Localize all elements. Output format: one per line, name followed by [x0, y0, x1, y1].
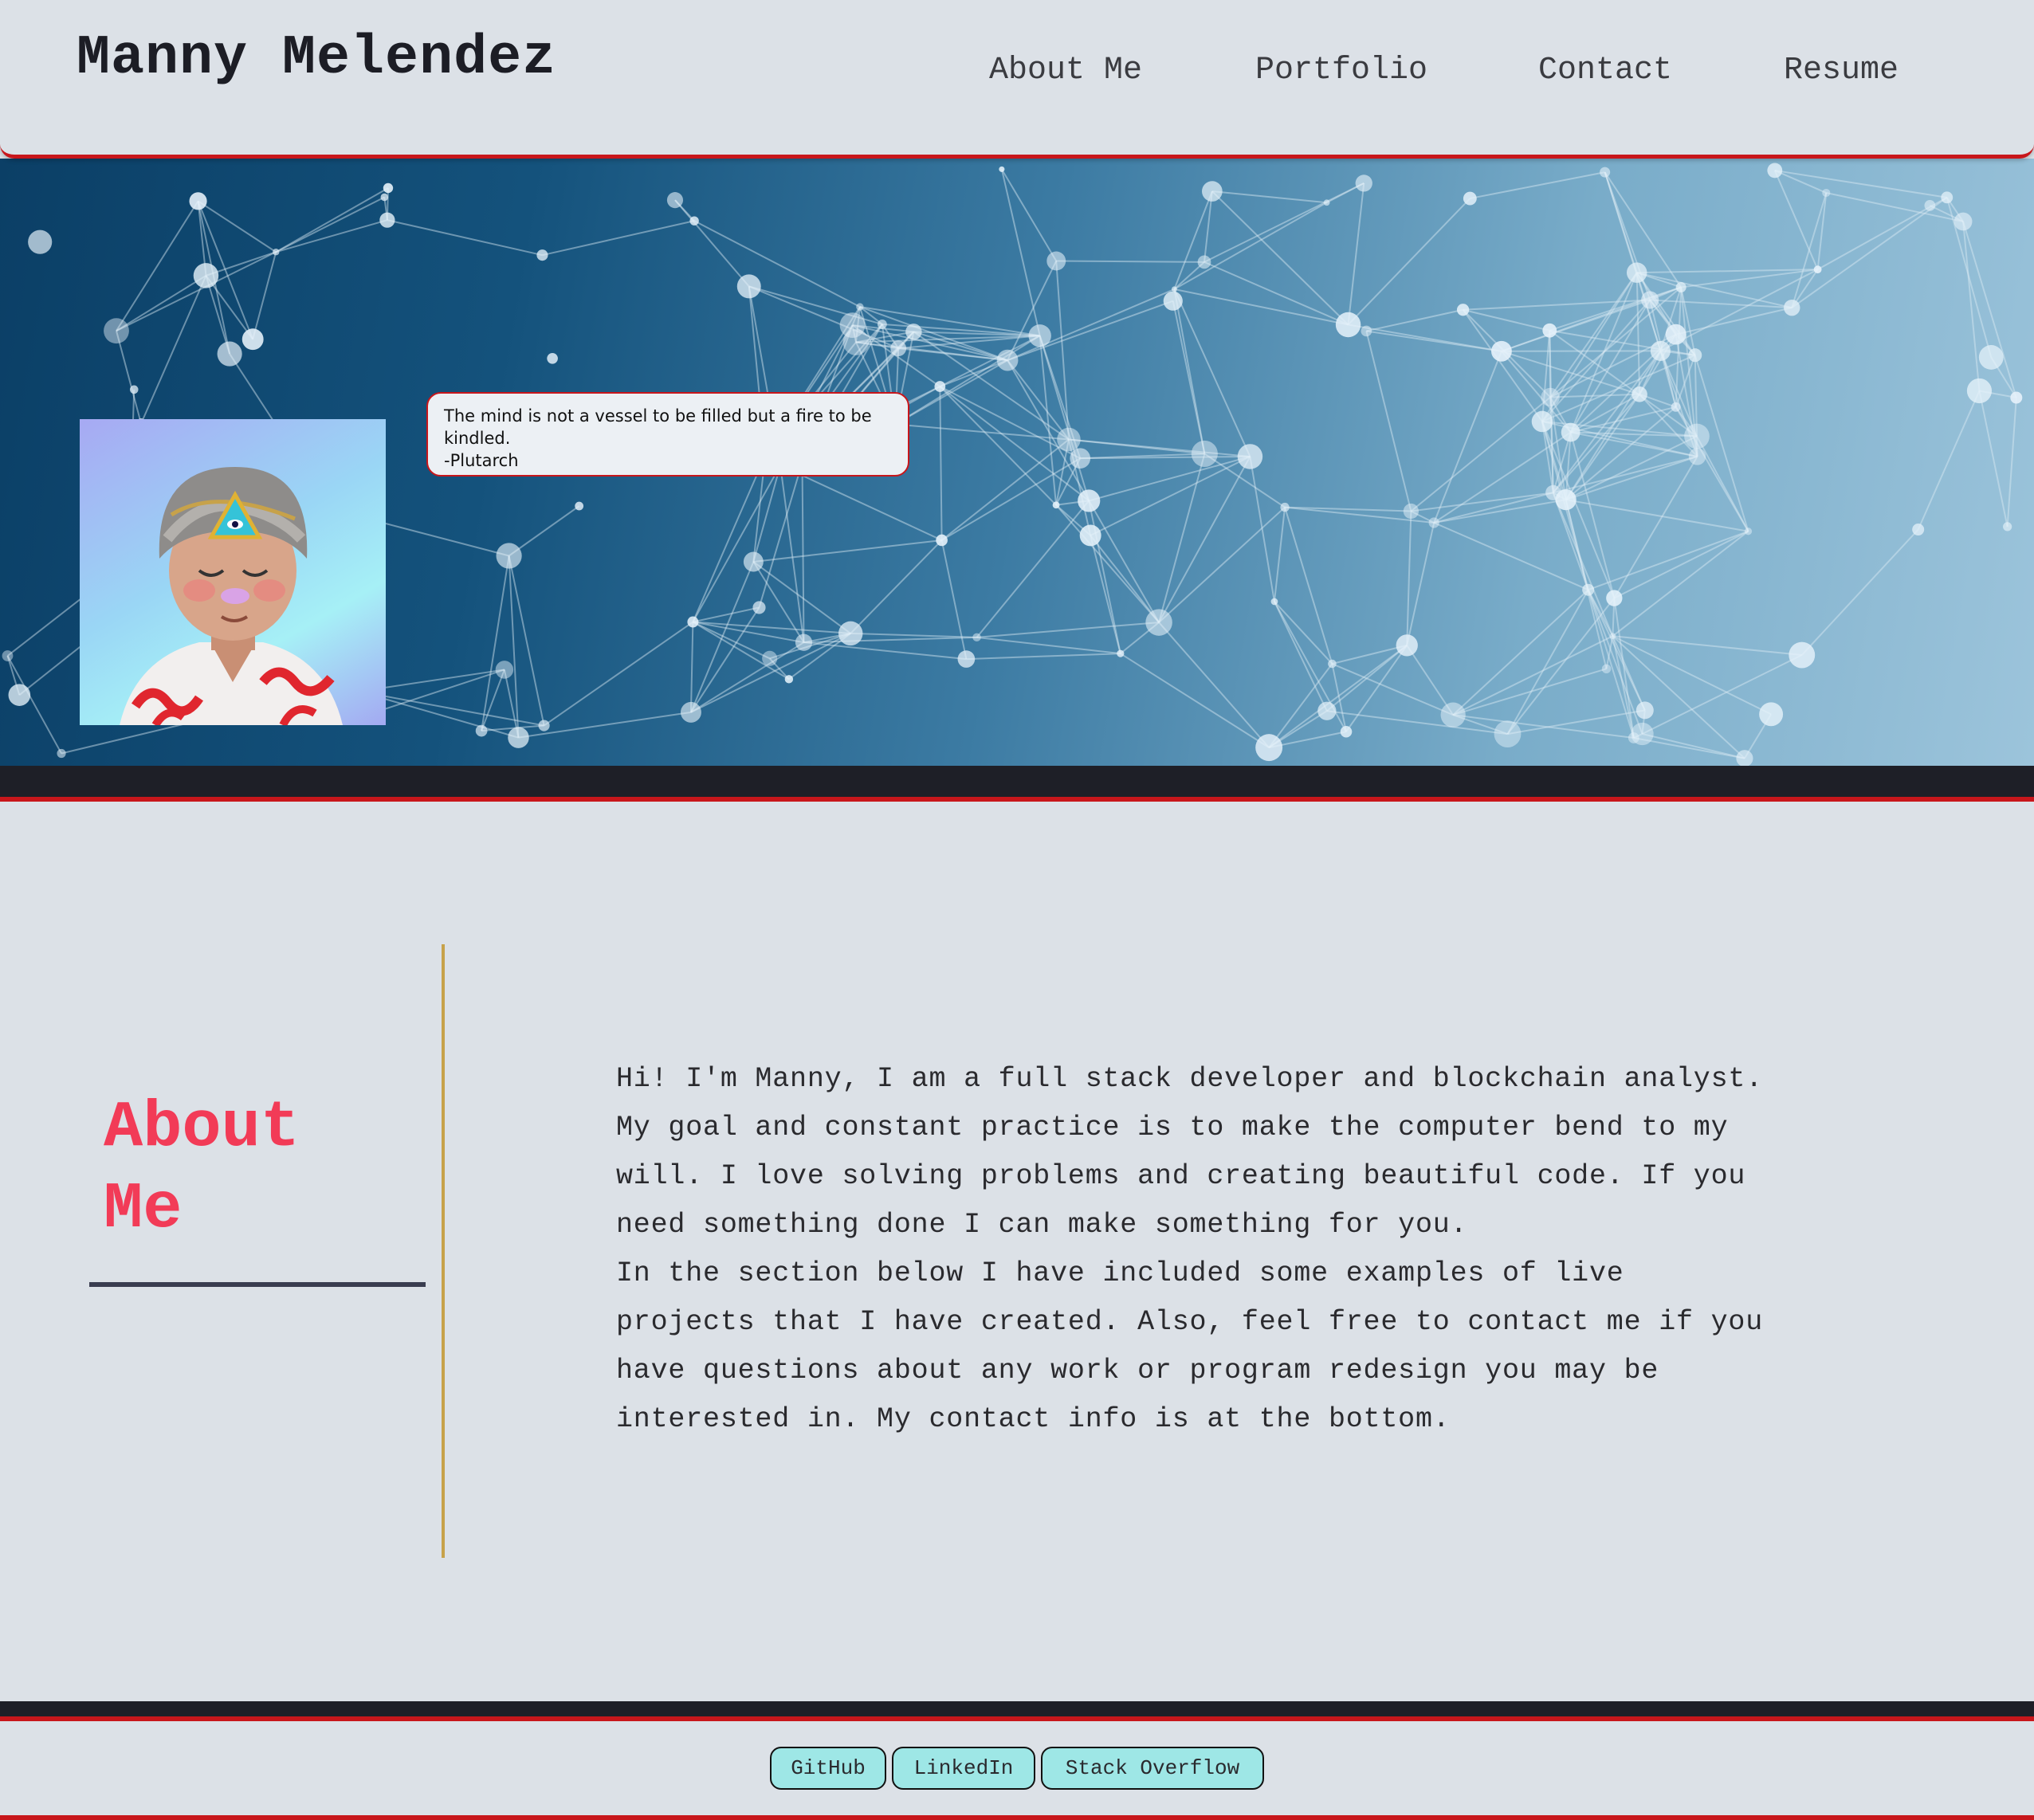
about-paragraph-2: In the section below I have included som… [616, 1257, 1764, 1435]
nav-link-portfolio[interactable]: Portfolio [1255, 53, 1427, 88]
quote-text: The mind is not a vessel to be filled bu… [444, 406, 872, 448]
site-footer: GitHub LinkedIn Stack Overflow [0, 1721, 2034, 1820]
github-link-button[interactable]: GitHub [770, 1747, 886, 1790]
hero-banner: The mind is not a vessel to be filled bu… [0, 159, 2034, 766]
about-heading-line2: Me [104, 1172, 183, 1246]
footer-divider [0, 1701, 2034, 1721]
about-description: Hi! I'm Manny, I am a full stack develop… [616, 1055, 1780, 1444]
about-heading-line1: About [104, 1091, 300, 1165]
main-nav: About Me Portfolio Contact Resume [0, 53, 2034, 100]
profile-avatar [80, 419, 386, 725]
section-divider [0, 766, 2034, 802]
nav-link-contact[interactable]: Contact [1538, 53, 1672, 88]
quote-box: The mind is not a vessel to be filled bu… [426, 392, 909, 477]
nav-link-about-me[interactable]: About Me [989, 53, 1142, 88]
site-header: Manny Melendez About Me Portfolio Contac… [0, 0, 2034, 159]
stackoverflow-link-button[interactable]: Stack Overflow [1041, 1747, 1264, 1790]
nav-link-resume[interactable]: Resume [1784, 53, 1899, 88]
quote-author: -Plutarch [444, 451, 519, 470]
linkedin-link-button[interactable]: LinkedIn [892, 1747, 1035, 1790]
about-heading: About Me [104, 1088, 406, 1250]
about-heading-underline [89, 1282, 426, 1287]
about-paragraph-1: Hi! I'm Manny, I am a full stack develop… [616, 1063, 1764, 1241]
about-vertical-divider [442, 944, 445, 1558]
